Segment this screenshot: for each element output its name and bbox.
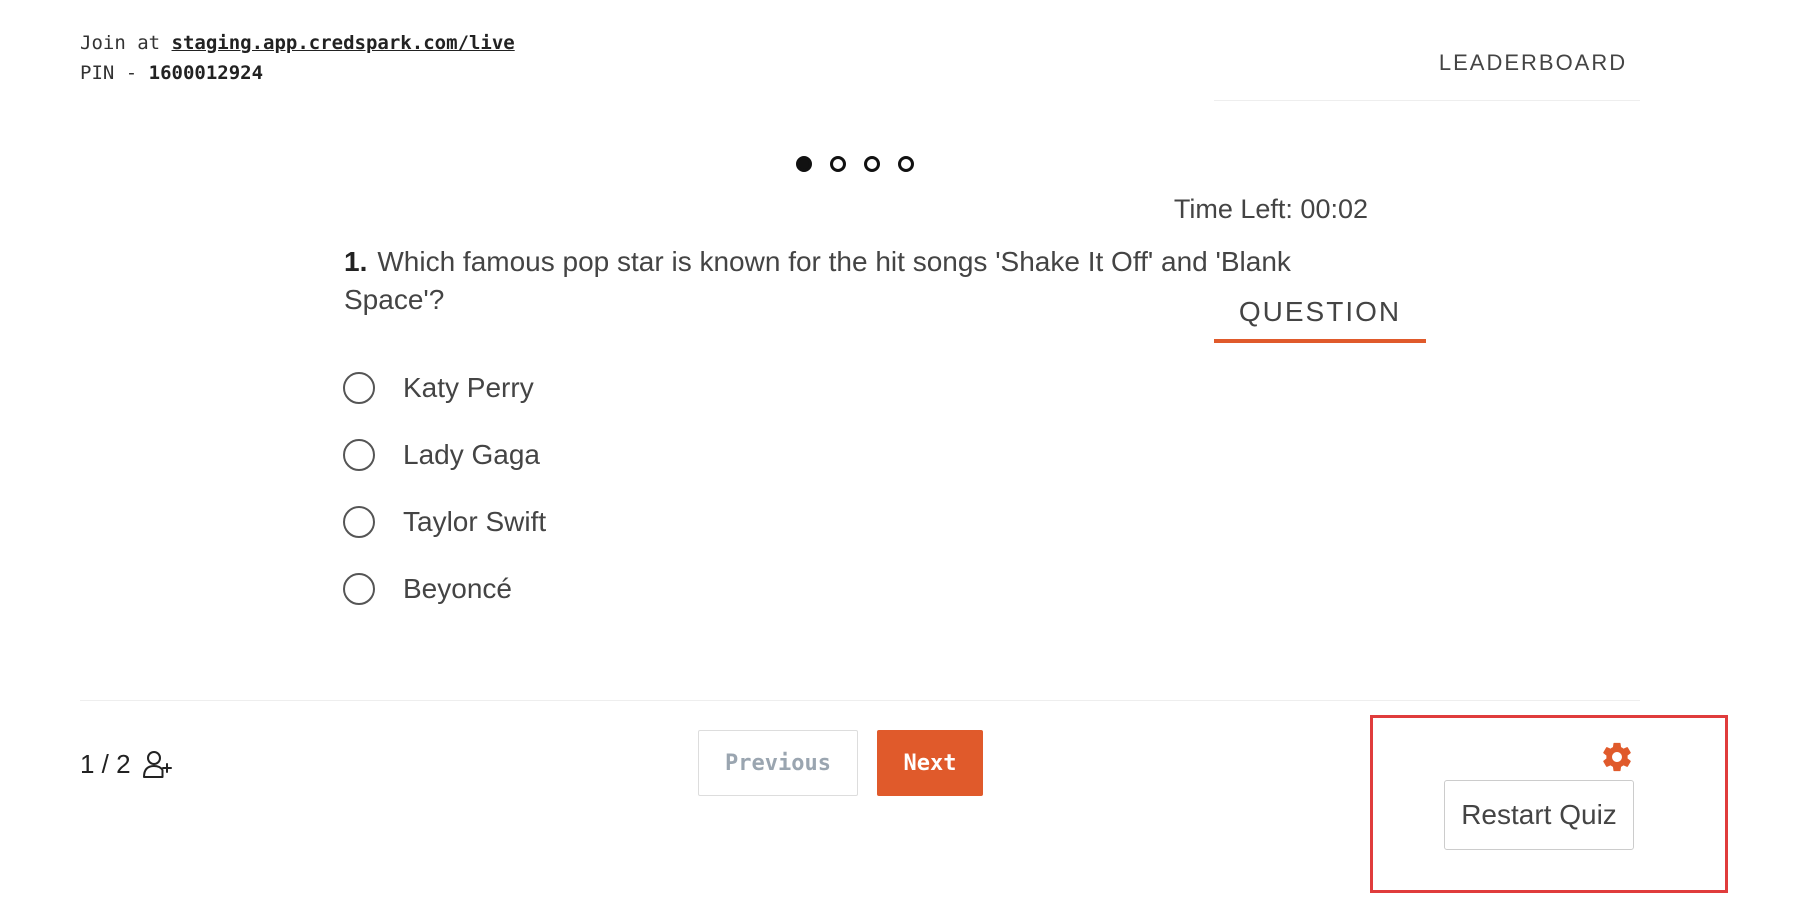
radio-button[interactable] — [343, 371, 375, 404]
option-taylor-swift[interactable]: Taylor Swift — [343, 488, 546, 555]
participant-count-text: 1 / 2 — [80, 748, 131, 779]
option-label: Lady Gaga — [403, 438, 540, 470]
tab-bar: QUESTION LEADERBOARD — [1214, 48, 1640, 343]
option-label: Taylor Swift — [403, 505, 547, 537]
question-text: 1. Which famous pop star is known for the… — [344, 243, 1344, 319]
join-prefix: Join at — [80, 32, 161, 54]
question-progress-dots — [796, 156, 914, 172]
join-line: Join at staging.app.credspark.com/live — [80, 28, 515, 58]
progress-dot-2[interactable] — [830, 156, 846, 172]
option-katy-perry[interactable]: Katy Perry — [343, 354, 546, 421]
gear-icon[interactable] — [1600, 740, 1634, 774]
progress-dot-1[interactable] — [796, 156, 812, 172]
radio-button[interactable] — [343, 438, 375, 471]
radio-button[interactable] — [343, 505, 375, 538]
restart-quiz-button[interactable]: Restart Quiz — [1444, 780, 1634, 850]
previous-button[interactable]: Previous — [698, 730, 858, 796]
join-info: Join at staging.app.credspark.com/live P… — [80, 28, 515, 88]
option-beyonce[interactable]: Beyoncé — [343, 555, 546, 622]
pin-line: PIN - 1600012924 — [80, 58, 515, 88]
option-lady-gaga[interactable]: Lady Gaga — [343, 421, 546, 488]
participant-count: 1 / 2 — [80, 748, 173, 780]
progress-dot-4[interactable] — [898, 156, 914, 172]
question-body: Which famous pop star is known for the h… — [344, 246, 1291, 315]
next-button[interactable]: Next — [877, 730, 983, 796]
add-user-icon — [142, 751, 172, 778]
pin-value: 1600012924 — [148, 62, 264, 84]
progress-dot-3[interactable] — [864, 156, 880, 172]
time-left: Time Left: 00:02 — [1173, 194, 1368, 224]
option-label: Beyoncé — [403, 572, 512, 604]
pin-label: PIN - — [80, 62, 138, 84]
question-number: 1. — [344, 246, 368, 277]
tab-leaderboard[interactable]: LEADERBOARD — [1426, 48, 1640, 100]
radio-button[interactable] — [343, 572, 375, 605]
answer-options: Katy Perry Lady Gaga Taylor Swift Beyonc… — [343, 354, 546, 622]
join-url-link[interactable]: staging.app.credspark.com/live — [172, 32, 515, 54]
option-label: Katy Perry — [403, 371, 534, 403]
footer-divider — [80, 700, 1640, 701]
